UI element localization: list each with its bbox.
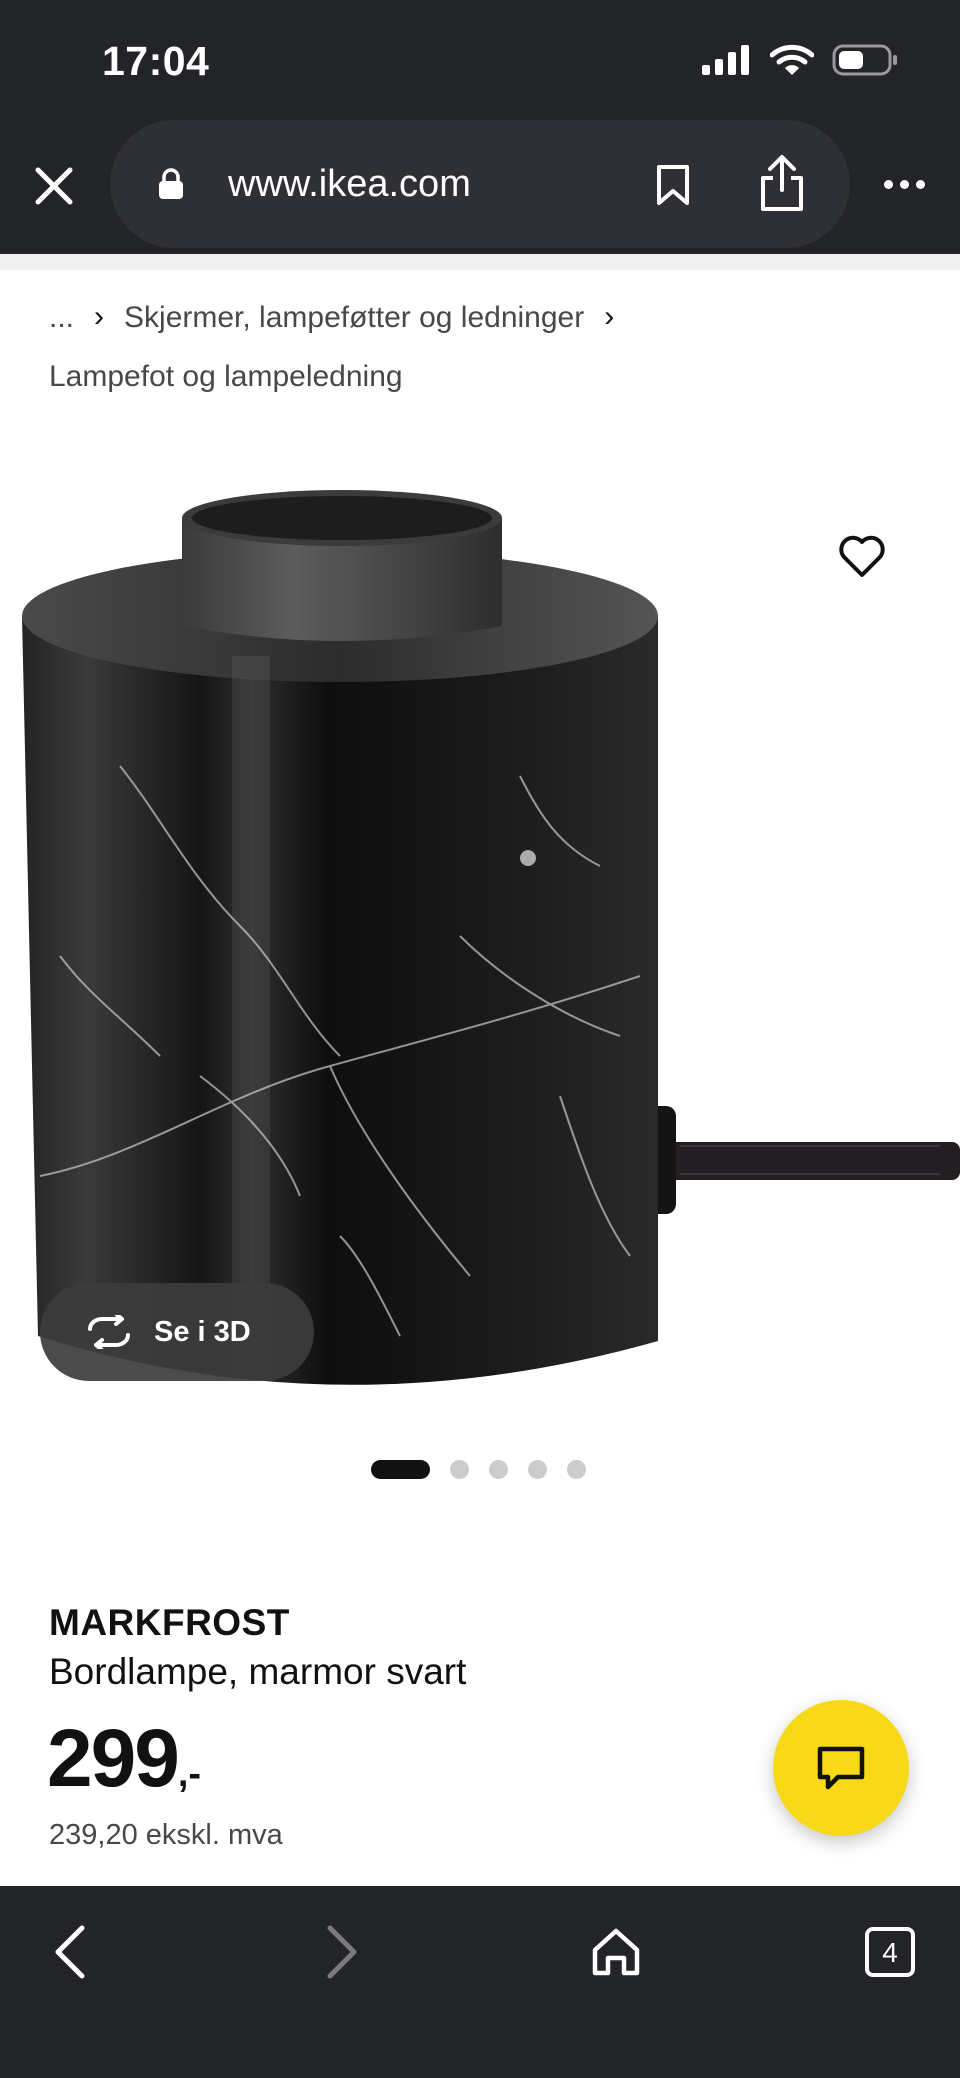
browser-toolbar: www.ikea.com — [0, 120, 960, 254]
favorite-heart-icon[interactable] — [836, 530, 888, 582]
product-price: 299,- — [47, 1712, 201, 1806]
home-icon — [592, 1928, 640, 1976]
address-bar[interactable]: www.ikea.com — [110, 120, 850, 248]
chat-button[interactable] — [773, 1700, 909, 1836]
carousel-dot[interactable] — [567, 1460, 586, 1479]
status-icons — [702, 44, 898, 76]
back-button[interactable] — [30, 1912, 110, 1992]
price-ex-vat: 239,20 ekskl. mva — [49, 1819, 283, 1851]
breadcrumb-current-link[interactable]: Lampefot og lampeledning — [49, 357, 403, 397]
lock-icon — [159, 168, 183, 199]
tab-count: 4 — [882, 1937, 898, 1968]
product-description: Bordlampe, marmor svart — [49, 1651, 467, 1692]
page-top-strip — [0, 254, 960, 270]
wifi-icon — [770, 44, 814, 75]
chevron-right-icon: › — [604, 300, 615, 333]
home-button[interactable] — [576, 1912, 656, 1992]
forward-chevron-icon — [327, 1925, 357, 1979]
carousel-dot[interactable] — [489, 1460, 508, 1479]
product-image[interactable] — [0, 456, 960, 1420]
carousel-dot[interactable] — [450, 1460, 469, 1479]
share-icon[interactable] — [758, 154, 806, 212]
breadcrumb-category-link[interactable]: Skjermer, lampeføtter og ledninger — [124, 298, 584, 338]
cellular-signal-icon — [702, 45, 749, 75]
back-chevron-icon — [55, 1925, 85, 1979]
product-name: MARKFROST — [49, 1602, 290, 1643]
more-options-icon[interactable] — [884, 180, 925, 189]
close-button[interactable] — [28, 160, 80, 212]
chat-bubble-icon — [817, 1746, 865, 1790]
carousel-dot[interactable] — [528, 1460, 547, 1479]
rotate-3d-icon — [88, 1315, 130, 1349]
view-in-3d-button[interactable]: Se i 3D — [40, 1283, 314, 1381]
status-bar: 17:04 — [0, 0, 960, 120]
view-in-3d-label: Se i 3D — [154, 1315, 251, 1348]
bookmark-icon[interactable] — [655, 164, 691, 206]
carousel-dot-active[interactable] — [371, 1460, 430, 1479]
breadcrumb-ellipsis[interactable]: ... — [49, 298, 74, 338]
tabs-icon: 4 — [865, 1927, 915, 1977]
chevron-right-icon: › — [94, 300, 105, 333]
close-icon — [35, 167, 73, 205]
forward-button[interactable] — [302, 1912, 382, 1992]
browser-bottom-bar: 4 — [0, 1886, 960, 2078]
status-time: 17:04 — [102, 38, 210, 84]
battery-icon — [832, 44, 897, 76]
marble-lamp-image — [22, 490, 960, 1385]
price-suffix: ,- — [177, 1753, 202, 1795]
tabs-button[interactable]: 4 — [850, 1912, 930, 1992]
price-value: 299 — [47, 1713, 180, 1804]
image-carousel-indicator — [371, 1460, 586, 1479]
url-text: www.ikea.com — [228, 163, 471, 205]
breadcrumb: ... › Skjermer, lampeføtter og ledninger… — [49, 298, 929, 397]
